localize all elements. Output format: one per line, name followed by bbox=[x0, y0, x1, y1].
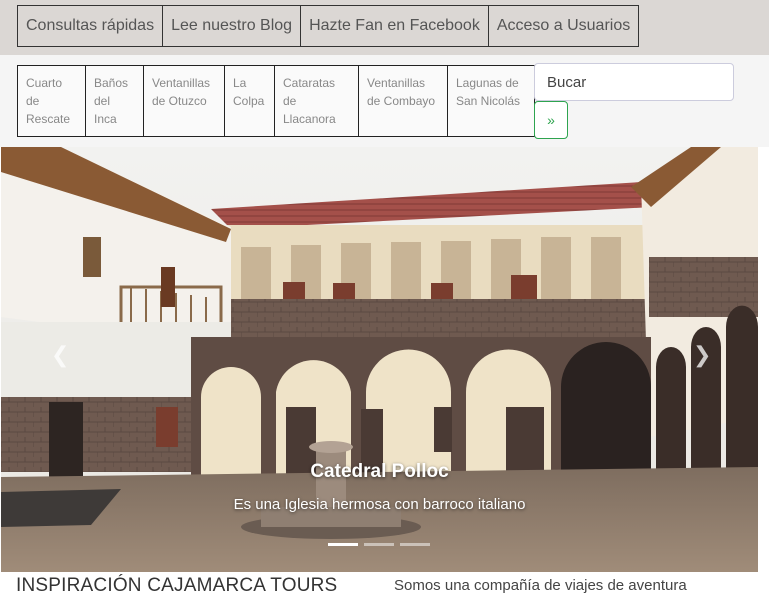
brand-heading: INSPIRACIÓN CAJAMARCA TOURS bbox=[16, 575, 338, 596]
carousel-indicators bbox=[328, 543, 436, 546]
carousel-indicator[interactable] bbox=[364, 543, 394, 546]
top-nav-blog[interactable]: Lee nuestro Blog bbox=[162, 5, 302, 47]
carousel-caption-text: Es una Iglesia hermosa con barroco itali… bbox=[233, 496, 526, 513]
tagline: Somos una compañía de viajes de aventura bbox=[394, 577, 687, 594]
carousel-indicator[interactable] bbox=[400, 543, 430, 546]
top-nav-usuarios[interactable]: Acceso a Usuarios bbox=[487, 5, 640, 47]
destination-label: La bbox=[233, 76, 247, 90]
image-carousel: ❮ ❯ Catedral Polloc Es una Iglesia hermo… bbox=[1, 147, 758, 572]
chevron-right-icon[interactable]: ❯ bbox=[693, 342, 711, 368]
destination-label: Lagunas de bbox=[456, 76, 519, 90]
destination-lagunas-san-nicolas[interactable]: Lagunas de San Nicolás bbox=[447, 65, 535, 137]
destinations-nav: Cuarto de Rescate Baños del Inca Ventani… bbox=[17, 65, 535, 137]
top-nav-consultas[interactable]: Consultas rápidas bbox=[17, 5, 164, 47]
destination-label: Cataratas de bbox=[283, 76, 336, 108]
destination-cataratas-llacanora[interactable]: Cataratas de Llacanora bbox=[274, 65, 359, 137]
destination-label: de Combayo bbox=[367, 94, 436, 108]
destination-label: de Otuzco bbox=[152, 94, 207, 108]
destination-label: Rescate bbox=[26, 112, 71, 126]
destination-label: Colpa bbox=[233, 94, 265, 108]
destination-label: San Nicolás bbox=[456, 94, 521, 108]
top-nav: Consultas rápidas Lee nuestro Blog Hazte… bbox=[17, 5, 640, 47]
chevron-left-icon[interactable]: ❮ bbox=[51, 342, 69, 368]
destination-banos-inca[interactable]: Baños del Inca bbox=[85, 65, 144, 137]
destination-label: Cuarto bbox=[26, 76, 63, 90]
search-input[interactable] bbox=[534, 63, 734, 101]
destination-la-colpa[interactable]: La Colpa bbox=[224, 65, 275, 137]
top-nav-facebook[interactable]: Hazte Fan en Facebook bbox=[300, 5, 489, 47]
carousel-caption-title: Catedral Polloc bbox=[310, 461, 449, 482]
top-bar: Consultas rápidas Lee nuestro Blog Hazte… bbox=[0, 0, 769, 55]
destination-cuarto-rescate[interactable]: Cuarto de Rescate bbox=[17, 65, 86, 137]
destination-ventanillas-combayo[interactable]: Ventanillas de Combayo bbox=[358, 65, 448, 137]
search-button[interactable]: » bbox=[534, 101, 568, 139]
destination-label: del bbox=[94, 94, 111, 108]
destination-label: Ventanillas bbox=[152, 76, 211, 90]
destinations-bar: Cuarto de Rescate Baños del Inca Ventani… bbox=[0, 55, 769, 147]
destination-label: Baños bbox=[94, 76, 129, 90]
destination-ventanillas-otuzco[interactable]: Ventanillas de Otuzco bbox=[143, 65, 225, 137]
destination-label: Ventanillas bbox=[367, 76, 426, 90]
destination-label: de bbox=[26, 94, 40, 108]
carousel-indicator[interactable] bbox=[328, 543, 358, 546]
destination-label: Inca bbox=[94, 112, 117, 126]
destination-label: Llacanora bbox=[283, 112, 336, 126]
